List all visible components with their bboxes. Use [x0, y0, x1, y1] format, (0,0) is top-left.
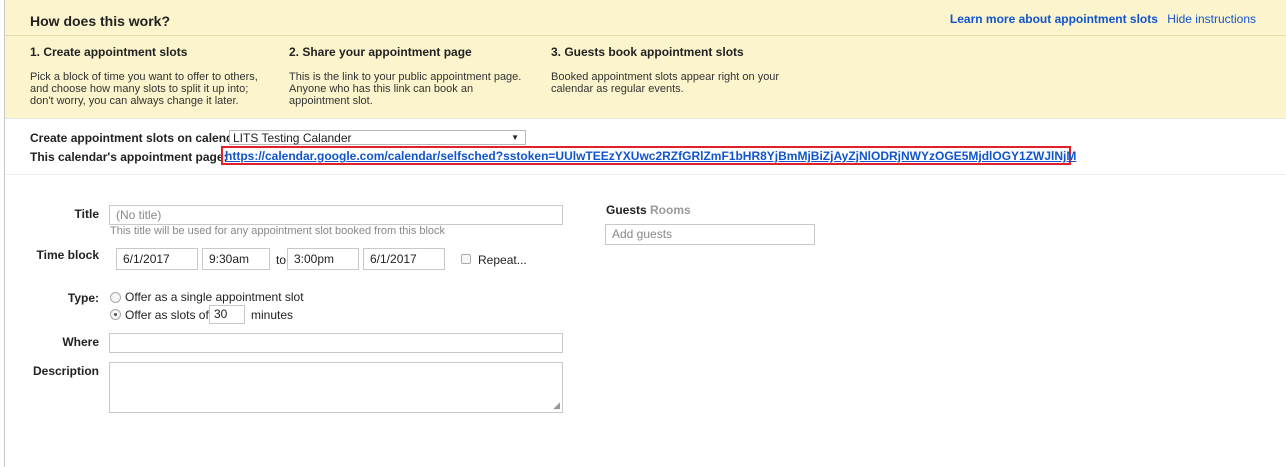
- step-line: and choose how many slots to split it up…: [30, 83, 249, 95]
- start-time-value: 9:30am: [209, 252, 250, 266]
- single-slot-label: Offer as a single appointment slot: [125, 290, 304, 304]
- calendar-select[interactable]: LITS Testing Calander ▼: [229, 130, 526, 145]
- step-body: Booked appointment slots appear right on…: [551, 71, 791, 95]
- repeat-checkbox[interactable]: [461, 254, 471, 264]
- step-line: Booked appointment slots appear right on…: [551, 71, 780, 83]
- multiple-slots-label: Offer as slots of:: [125, 308, 213, 322]
- step-line: This is the link to your public appointm…: [289, 71, 522, 83]
- appointment-page-label: This calendar's appointment page:: [30, 150, 228, 164]
- learn-more-link[interactable]: Learn more about appointment slots: [950, 12, 1158, 26]
- instructions-title: How does this work?: [30, 13, 171, 29]
- start-date-input[interactable]: 6/1/2017: [116, 248, 198, 270]
- hide-instructions-link[interactable]: Hide instructions: [1167, 12, 1256, 26]
- description-label: Description: [32, 364, 99, 378]
- instructions-bottom-border: [5, 118, 1286, 119]
- to-label: to: [276, 253, 287, 267]
- tab-rooms[interactable]: Rooms: [650, 203, 691, 217]
- step-title: 3. Guests book appointment slots: [551, 45, 744, 59]
- where-label: Where: [62, 335, 99, 349]
- start-date-value: 6/1/2017: [123, 252, 170, 266]
- title-input[interactable]: (No title): [109, 205, 563, 225]
- repeat-label: Repeat...: [478, 253, 527, 267]
- multiple-slots-radio[interactable]: [110, 309, 121, 320]
- end-time-value: 3:00pm: [294, 252, 335, 266]
- instructions-links: Learn more about appointment slots Hide …: [950, 12, 1256, 26]
- step-title: 2. Share your appointment page: [289, 45, 472, 59]
- step-create: 1. Create appointment slots Pick a block…: [30, 45, 270, 107]
- tab-guests[interactable]: Guests: [606, 203, 647, 217]
- step-line: appointment slot.: [289, 95, 373, 107]
- step-body: Pick a block of time you want to offer t…: [30, 71, 270, 107]
- step-line: don't worry, you can always change it la…: [30, 95, 239, 107]
- description-textarea[interactable]: ◢: [109, 362, 563, 413]
- instructions-divider: [5, 35, 1286, 36]
- title-label: Title: [74, 207, 99, 221]
- slot-minutes-value: 30: [214, 307, 228, 321]
- slot-minutes-input[interactable]: 30: [209, 305, 245, 324]
- end-time-input[interactable]: 3:00pm: [287, 248, 359, 270]
- where-input[interactable]: [109, 333, 563, 353]
- step-body: This is the link to your public appointm…: [289, 71, 529, 107]
- step-line: calendar as regular events.: [551, 83, 684, 95]
- step-title: 1. Create appointment slots: [30, 45, 188, 59]
- section-divider: [5, 174, 1286, 175]
- calendar-select-value: LITS Testing Calander: [233, 131, 352, 145]
- title-hint: This title will be used for any appointm…: [110, 225, 446, 237]
- calendar-select-label: Create appointment slots on calendar:: [30, 131, 249, 145]
- step-line: Anyone who has this link can book an: [289, 83, 474, 95]
- step-line: Pick a block of time you want to offer t…: [30, 71, 258, 83]
- time-block-label: Time block: [36, 248, 99, 262]
- add-guests-input[interactable]: Add guests: [605, 224, 815, 245]
- start-time-input[interactable]: 9:30am: [202, 248, 270, 270]
- end-date-input[interactable]: 6/1/2017: [363, 248, 445, 270]
- step-share: 2. Share your appointment page This is t…: [289, 45, 529, 107]
- step-book: 3. Guests book appointment slots Booked …: [551, 45, 791, 95]
- add-guests-placeholder: Add guests: [612, 227, 673, 241]
- type-label: Type:: [67, 291, 99, 305]
- resize-handle-icon[interactable]: ◢: [553, 400, 560, 411]
- end-date-value: 6/1/2017: [370, 252, 417, 266]
- appointment-page-link[interactable]: https://calendar.google.com/calendar/sel…: [225, 149, 1076, 163]
- minutes-label: minutes: [251, 308, 294, 322]
- single-slot-radio[interactable]: [110, 292, 121, 303]
- dropdown-arrow-icon: ▼: [511, 133, 519, 142]
- title-placeholder: (No title): [116, 208, 162, 222]
